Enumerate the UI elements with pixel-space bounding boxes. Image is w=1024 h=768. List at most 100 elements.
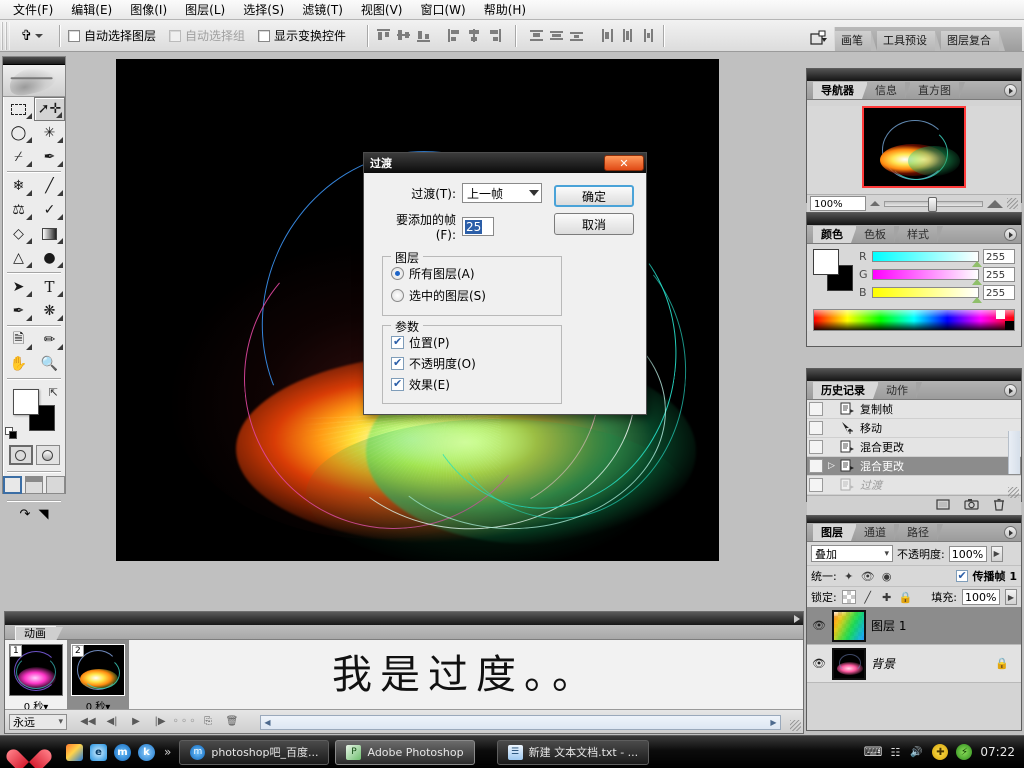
distribute-left-edges-icon[interactable]	[600, 28, 615, 43]
keyboard-ime-icon[interactable]: ⌨	[864, 745, 883, 760]
dialog-title-bar[interactable]: 过渡 ✕	[364, 153, 646, 173]
blend-mode-select[interactable]: 叠加 ▾	[811, 545, 893, 562]
magic-wand-tool[interactable]: ✳	[34, 121, 65, 145]
dodge-tool[interactable]: ●	[34, 246, 65, 270]
standard-mode-icon[interactable]	[9, 445, 33, 465]
gradient-tool[interactable]	[34, 222, 65, 246]
align-horizontal-centers-icon[interactable]	[467, 28, 482, 43]
zoom-slider[interactable]	[884, 201, 983, 207]
select-next-frame-icon[interactable]: |▶	[149, 713, 171, 731]
panel-drag-handle[interactable]	[807, 213, 1021, 225]
layer-row-2[interactable]: 👁 背景 🔒	[807, 645, 1021, 683]
active-tool-indicator[interactable]: ✞	[13, 24, 51, 48]
slice-tool[interactable]: ✒	[34, 145, 65, 169]
layer-row-1[interactable]: 👁 图层 1	[807, 607, 1021, 645]
selected-layers-radio-row[interactable]: 选中的图层(S)	[391, 287, 553, 304]
menu-edit[interactable]: 编辑(E)	[62, 0, 121, 20]
menu-layer[interactable]: 图层(L)	[176, 0, 234, 20]
frames-to-add-input[interactable]: 25	[462, 217, 494, 236]
zoom-slider-knob[interactable]	[928, 197, 937, 212]
menu-help[interactable]: 帮助(H)	[475, 0, 535, 20]
select-first-frame-icon[interactable]: ◀◀	[77, 713, 99, 731]
menu-image[interactable]: 图像(I)	[121, 0, 176, 20]
animation-frame-2[interactable]: 2 0 秒▾	[67, 640, 129, 716]
taskbar-clock[interactable]: 07:22	[980, 745, 1015, 759]
tab-styles[interactable]: 样式	[899, 226, 937, 243]
history-source-checkbox[interactable]	[809, 478, 823, 492]
tab-paths[interactable]: 路径	[899, 524, 937, 541]
unify-position-icon[interactable]: ✦	[842, 569, 856, 583]
palette-well-toggle-icon[interactable]	[806, 27, 832, 51]
lock-position-icon[interactable]: ✚	[880, 590, 894, 604]
lock-all-icon[interactable]: 🔒	[899, 590, 913, 604]
history-item[interactable]: 混合更改	[807, 438, 1021, 457]
fill-stepper[interactable]: ▶	[1005, 589, 1017, 605]
fill-input[interactable]: 100%	[962, 589, 1000, 605]
panel-drag-handle[interactable]	[807, 69, 1021, 81]
animation-frame-1[interactable]: 1 0 秒▾	[5, 640, 67, 716]
tab-channels[interactable]: 通道	[856, 524, 894, 541]
auto-select-layer-option[interactable]: 自动选择图层	[68, 27, 156, 44]
taskbar-button-notepad[interactable]: ☰ 新建 文本文档.txt - ...	[497, 740, 650, 765]
checkbox[interactable]	[68, 30, 80, 42]
tab-layer-comps[interactable]: 图层复合	[941, 31, 999, 51]
move-tool[interactable]: ➚✛	[34, 97, 65, 121]
green-slider[interactable]	[872, 269, 979, 280]
menu-filter[interactable]: 滤镜(T)	[293, 0, 352, 20]
history-item-future[interactable]: 过渡	[807, 476, 1021, 495]
kingsoft-icon[interactable]: k	[138, 744, 155, 761]
history-item-current[interactable]: ▷ 混合更改	[807, 457, 1021, 476]
black-swatch[interactable]	[1005, 321, 1014, 330]
ok-button[interactable]: 确定	[554, 185, 634, 207]
close-icon[interactable]: ✕	[604, 155, 644, 171]
chevron-down-icon[interactable]	[529, 190, 539, 196]
all-layers-radio-row[interactable]: 所有图层(A)	[391, 265, 553, 282]
panel-resize-grip[interactable]	[790, 720, 801, 731]
navigator-thumbnail[interactable]	[862, 106, 966, 188]
foreground-color-swatch[interactable]	[13, 389, 39, 415]
panel-menu-icon[interactable]	[794, 615, 800, 623]
red-slider[interactable]	[872, 251, 979, 262]
distribute-vertical-centers-icon[interactable]	[549, 28, 564, 43]
delete-state-icon[interactable]	[993, 498, 1005, 514]
security-shield-icon[interactable]: ⚡	[956, 744, 972, 760]
align-vertical-centers-icon[interactable]	[396, 28, 411, 43]
tab-tool-presets[interactable]: 工具预设	[877, 31, 935, 51]
distribute-right-edges-icon[interactable]	[640, 28, 655, 43]
panel-menu-icon[interactable]	[1004, 526, 1017, 539]
opacity-stepper[interactable]: ▶	[991, 546, 1003, 562]
taskbar-button-photoshop[interactable]: P Adobe Photoshop	[335, 740, 474, 765]
loop-option-select[interactable]: 永远 ▾	[9, 714, 67, 730]
radio-button[interactable]	[391, 267, 404, 280]
menu-file[interactable]: 文件(F)	[4, 0, 62, 20]
tab-layers[interactable]: 图层	[813, 524, 851, 541]
chevron-more-icon[interactable]: »	[164, 745, 171, 759]
panel-menu-icon[interactable]	[1004, 228, 1017, 241]
align-left-edges-icon[interactable]	[447, 28, 462, 43]
lock-image-icon[interactable]: ╱	[861, 590, 875, 604]
tab-animation[interactable]: 动画	[15, 626, 56, 640]
maxthon-icon[interactable]: m	[114, 744, 131, 761]
hand-tool[interactable]: ✋	[3, 352, 34, 376]
distribute-horizontal-centers-icon[interactable]	[620, 28, 635, 43]
animation-horizontal-scrollbar[interactable]: ◀ ▶	[260, 715, 781, 730]
layer-thumbnail[interactable]	[832, 610, 866, 642]
clone-stamp-tool[interactable]: ⚖	[3, 198, 34, 222]
rectangular-marquee-tool[interactable]	[3, 97, 34, 121]
panel-menu-icon[interactable]	[1004, 384, 1017, 397]
unify-style-icon[interactable]: ◉	[880, 569, 894, 583]
start-button[interactable]	[0, 737, 58, 768]
show-desktop-icon[interactable]	[66, 744, 83, 761]
menu-select[interactable]: 选择(S)	[234, 0, 293, 20]
slider-thumb[interactable]	[972, 261, 982, 267]
checkbox[interactable]	[391, 378, 404, 391]
options-bar-grip[interactable]	[1, 22, 10, 50]
opacity-input[interactable]: 100%	[949, 546, 987, 562]
notes-tool[interactable]: 🗎	[3, 328, 34, 352]
cancel-button[interactable]: 取消	[554, 213, 634, 235]
tween-dialog[interactable]: 过渡 ✕ 过渡(T): 上一帧 要添加的帧(F): 25 确定 取消 图层	[363, 152, 647, 415]
green-value[interactable]: 255	[983, 267, 1015, 282]
tab-history[interactable]: 历史记录	[813, 382, 873, 399]
checkbox[interactable]	[391, 336, 404, 349]
tab-navigator[interactable]: 导航器	[813, 82, 862, 99]
